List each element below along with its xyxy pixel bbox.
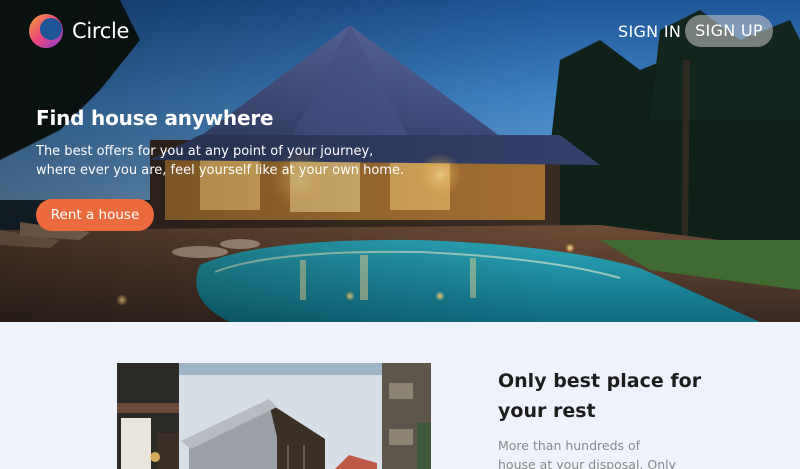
- top-navigation: Circle SIGN IN SIGN UP: [0, 0, 800, 64]
- sign-up-button[interactable]: SIGN UP: [685, 15, 773, 47]
- hero-subtitle: The best offers for you at any point of …: [36, 142, 456, 180]
- hero-subtitle-line-1: The best offers for you at any point of …: [36, 144, 374, 159]
- sign-in-link[interactable]: SIGN IN: [612, 17, 687, 47]
- brand-name: Circle: [72, 19, 130, 43]
- section-description-line-1: More than hundreds of: [498, 438, 641, 453]
- section-title: Only best place for your rest: [498, 366, 758, 426]
- section-description: More than hundreds of house at your disp…: [498, 436, 718, 469]
- rent-a-house-button[interactable]: Rent a house: [36, 199, 154, 231]
- houses-photo: [117, 363, 431, 469]
- features-section: Only best place for your rest More than …: [0, 322, 800, 469]
- section-title-line-1: Only best place for: [498, 370, 702, 392]
- hero-subtitle-line-2: where ever you are, feel yourself like a…: [36, 163, 405, 178]
- section-description-line-2: house at your disposal. Only: [498, 457, 677, 469]
- brand-logo[interactable]: Circle: [28, 12, 129, 50]
- hero-title: Find house anywhere: [36, 106, 274, 130]
- circle-logo-icon: [29, 14, 63, 48]
- hero-banner: Circle SIGN IN SIGN UP Find house anywhe…: [0, 0, 800, 322]
- section-title-line-2: your rest: [498, 400, 596, 422]
